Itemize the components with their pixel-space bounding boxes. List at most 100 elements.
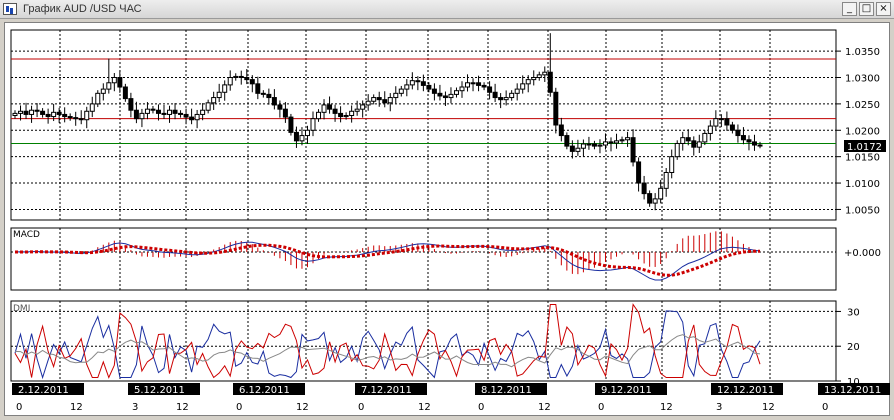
price-tick-label: 1.0050 [845,205,880,216]
candle-body [282,108,288,118]
price-tick-label: 1.0250 [845,100,880,111]
candle-body [45,113,51,118]
candle-body [288,116,294,133]
candle-body [371,97,377,102]
candle-body [514,88,520,94]
candle-body [702,132,708,143]
candle-body [277,104,283,110]
candle-body [67,116,73,119]
hour-label: 12 [296,402,309,413]
candle-body [398,88,404,94]
candle-body [735,129,741,137]
candle-body [139,112,145,120]
candle-body [647,193,653,204]
candle-body [751,141,757,146]
hour-label: 12 [418,402,431,413]
hour-label: 12 [660,402,673,413]
candle-body [674,142,680,158]
candle-body [62,113,68,118]
candle-body [200,109,206,115]
candle-body [122,86,128,100]
candle-body [255,83,261,94]
candle-body [155,109,161,114]
candle-body [249,79,255,85]
date-label: 7.12.2011 [361,385,412,396]
date-label: 5.12.2011 [134,385,185,396]
candle-body [183,113,189,118]
macd-label: MACD [13,230,40,240]
date-label: 9.12.2011 [601,385,652,396]
candle-body [194,113,200,121]
candle-body [663,172,669,189]
candle-body [73,117,79,120]
candle-body [531,77,537,81]
candle-body [111,77,117,84]
chart-canvas[interactable]: 1.0350 1.0300 1.0250 1.0200 1.0150 1.0100 1.00… [0,0,894,420]
candle-body [150,108,156,111]
candle-body [222,84,228,93]
candle-body [293,131,299,142]
candle-body [343,115,349,118]
candle-body [244,77,250,81]
candle-body [525,79,531,85]
candle-body [189,116,195,121]
candle-body [338,112,344,118]
candle-body [100,88,106,94]
candle-body [56,111,62,115]
candle-body [459,86,465,92]
candle-body [354,108,360,112]
candle-body [641,182,647,195]
candle-body [481,84,487,88]
candle-body [669,156,675,174]
candle-body [227,77,233,86]
price-tick-label: 1.0300 [845,74,880,85]
candle-body [729,124,735,131]
candle-body [470,82,476,85]
candle-body [575,147,581,152]
candle-body [321,104,327,113]
time-axis: 2.12.2011 5.12.2011 6.12.2011 7.12.2011 8.12… [12,383,890,413]
price-tick-label: 1.0350 [845,47,880,58]
candle-body [652,198,658,204]
hour-label: 0 [358,402,364,413]
candle-body [553,91,559,126]
candle-body [404,84,410,90]
candle-body [128,98,134,111]
candle-body [724,118,730,126]
candle-body [564,135,570,147]
candle-body [327,104,333,110]
candle-body [757,144,763,147]
candle-body [542,71,548,76]
candle-body [216,91,222,99]
candle-body [51,111,57,118]
hour-label: 0 [236,402,242,413]
candle-body [393,92,399,99]
candle-body [740,135,746,141]
candle-body [84,110,90,121]
candle-body [238,75,244,78]
candle-body [558,124,564,137]
candle-body [310,118,316,131]
candle-body [117,77,123,88]
candle-body [332,108,338,114]
candle-body [426,84,432,90]
candle-body [713,118,719,127]
candle-body [586,143,592,146]
candle-body [409,80,415,86]
candle-body [133,109,139,120]
hour-label: 0 [16,402,22,413]
candle-body [415,80,421,83]
macd-panel [10,227,837,291]
candle-body [316,111,322,120]
candle-body [691,140,697,148]
candle-body [746,139,752,143]
current-price-label: 1.0172 [847,142,882,153]
date-label: 13.12.2011 [824,385,881,396]
candle-body [205,102,211,111]
candle-body [696,141,702,148]
candle-body [95,92,101,105]
candle-body [299,135,305,142]
candle-body [144,108,150,114]
candle-body [29,109,35,115]
candle-body [106,82,112,90]
